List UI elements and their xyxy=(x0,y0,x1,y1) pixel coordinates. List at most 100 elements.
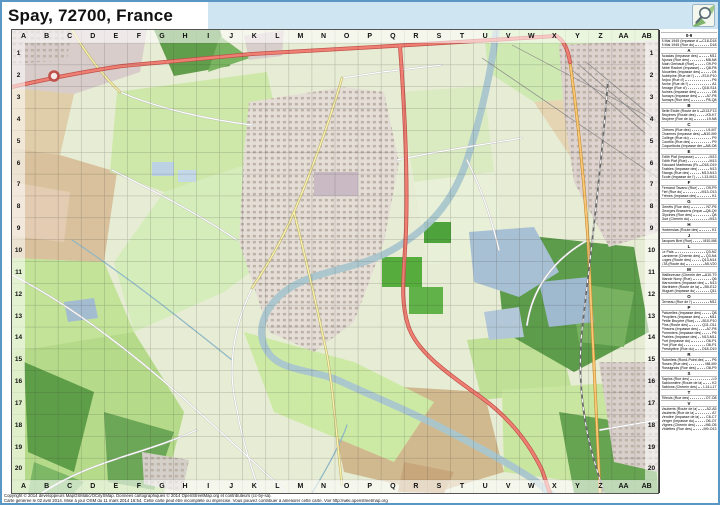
index-dot-leader xyxy=(675,252,705,253)
map-poster-page: Spay, 72700, France xyxy=(0,0,720,505)
index-dot-leader xyxy=(705,360,712,361)
index-section-header: G xyxy=(661,198,717,205)
index-dot-leader xyxy=(695,421,705,422)
index-entry: Muguet (Impasse du)Q11 xyxy=(660,289,718,293)
index-entry: Jacques Brel (Rue)M10-M8 xyxy=(660,239,718,243)
index-dot-leader xyxy=(697,368,705,369)
index-section-header: B xyxy=(661,102,717,109)
index-dot-leader xyxy=(702,313,710,314)
index-section-header: O xyxy=(661,293,717,300)
roundabout xyxy=(50,72,59,81)
copyright-line-2: Carte générée le 02 avril 2014. Mise à j… xyxy=(4,499,716,504)
index-dot-leader xyxy=(697,115,706,116)
index-dot-leader xyxy=(692,130,706,131)
index-section-header: H xyxy=(661,221,717,228)
index-dot-leader xyxy=(703,211,705,212)
index-dot-leader xyxy=(698,188,705,189)
index-dot-leader xyxy=(688,161,709,162)
title-box: Spay, 72700, France xyxy=(2,2,208,29)
index-dot-leader xyxy=(683,192,700,193)
index-dot-leader xyxy=(694,119,706,120)
index-entry-gridref: L14-L17 xyxy=(703,385,716,389)
index-entry-name: Violettes (Rue des) xyxy=(662,427,693,431)
index-entry: Bruyère (Rue de la) L9-N8 xyxy=(660,117,718,121)
index-dot-leader xyxy=(702,275,704,276)
index-dot-leader xyxy=(698,337,701,338)
index-dot-leader xyxy=(695,349,701,350)
index-dot-leader xyxy=(701,317,709,318)
index-section-header: J xyxy=(661,232,717,239)
index-entry-gridref: O7-O8 xyxy=(706,396,717,400)
index-dot-leader xyxy=(703,146,705,147)
index-entry-name: Jacques Brel (Rue) xyxy=(662,239,693,243)
index-entry-name: Tilleuls (Rue des) xyxy=(662,396,690,400)
index-section-header: T xyxy=(661,389,717,396)
index-dot-leader xyxy=(700,287,703,288)
index-entry-gridref: M11 xyxy=(710,300,717,304)
index-entry: 8 Mai 1945 (Rue du) D18 xyxy=(660,43,718,47)
map-canvas xyxy=(12,30,658,493)
index-section-header: V xyxy=(661,400,717,407)
index-entry-gridref: O18-O19 xyxy=(702,347,717,351)
index-dot-leader xyxy=(695,321,701,322)
index-entry: Ormeau (Rue de l')M11 xyxy=(660,300,718,304)
index-entry-name: 8 Mai 1945 (Rue du) xyxy=(662,43,695,47)
index-entry-name: Gué (Chemin du) xyxy=(662,217,690,221)
index-dot-leader xyxy=(696,291,709,292)
street-index-panel: 0-9 8 Mai 1945 (Impasse du)C18-D18 8 Mai… xyxy=(659,30,718,493)
index-dot-leader xyxy=(700,68,705,69)
index-dot-leader xyxy=(701,256,705,257)
index-entry-gridref: D18 xyxy=(710,43,717,47)
map-drawing xyxy=(12,30,658,493)
index-entry-name: Bruyère (Rue de la) xyxy=(662,117,693,121)
index-dot-leader xyxy=(701,72,710,73)
index-entry-name: Sablons (Chemin des) xyxy=(662,385,698,389)
index-dot-leader xyxy=(689,84,711,85)
index-entry: Aunays (Rue des)P8-Q8 xyxy=(660,98,718,102)
index-dot-leader xyxy=(695,157,709,158)
index-dot-leader xyxy=(696,425,705,426)
index-entry: Sablons (Chemin des) L14-L17 xyxy=(660,385,718,389)
index-dot-leader xyxy=(691,207,705,208)
title-bar: Spay, 72700, France xyxy=(2,2,718,29)
index-dot-leader xyxy=(690,60,705,61)
index-entry-gridref: L9-N8 xyxy=(707,117,717,121)
index-dot-leader xyxy=(689,325,701,326)
index-dot-leader xyxy=(686,264,703,265)
index-dot-leader xyxy=(684,345,705,346)
index-dot-leader xyxy=(698,96,705,97)
index-dot-leader xyxy=(697,92,710,93)
index-entry-gridref: A5-V20 xyxy=(705,262,717,266)
index-dot-leader xyxy=(693,302,709,303)
index-dot-leader xyxy=(695,413,711,414)
index-dot-leader xyxy=(699,56,709,57)
index-section-header: C xyxy=(661,121,717,128)
index-entry-name: Coquelicots (Impasse des) xyxy=(662,144,702,148)
index-entry-gridref: P8-Q8 xyxy=(706,98,716,102)
index-entry: Presbytère (Rue du) O18-O19 xyxy=(660,347,718,351)
index-entry-gridref: M13 xyxy=(710,217,717,221)
index-dot-leader xyxy=(698,409,705,410)
index-dot-leader xyxy=(693,215,711,216)
index-entry-name: Frênes (Impasse des) xyxy=(662,194,697,198)
index-dot-leader xyxy=(690,219,708,220)
index-entry-gridref: O8-P9 xyxy=(706,366,716,370)
index-dot-leader xyxy=(699,329,705,330)
index-dot-leader xyxy=(700,417,705,418)
copyright-footer: Copyright © 2014 développeurs MapOSMatic… xyxy=(4,494,716,503)
index-entry-name: Presbytère (Rue du) xyxy=(662,347,694,351)
index-entry-name: LTA (Route du) xyxy=(662,262,686,266)
index-dot-leader xyxy=(699,230,711,231)
index-dot-leader xyxy=(688,88,701,89)
index-entry: Gué (Chemin du) M13 xyxy=(660,217,718,221)
index-dot-leader xyxy=(690,398,704,399)
index-dot-leader xyxy=(690,138,711,139)
index-entry-name: Muguet (Impasse du) xyxy=(662,289,696,293)
index-entry: Tilleuls (Rue des) O7-O8 xyxy=(660,396,718,400)
index-dot-leader xyxy=(691,100,705,101)
index-dot-leader xyxy=(693,429,703,430)
index-dot-leader xyxy=(690,173,700,174)
index-section-header: M xyxy=(661,266,717,273)
index-entry-name: Rossignols (Rue des) xyxy=(662,366,696,370)
index-entry: Rossignols (Rue des) O8-P9 xyxy=(660,366,718,370)
